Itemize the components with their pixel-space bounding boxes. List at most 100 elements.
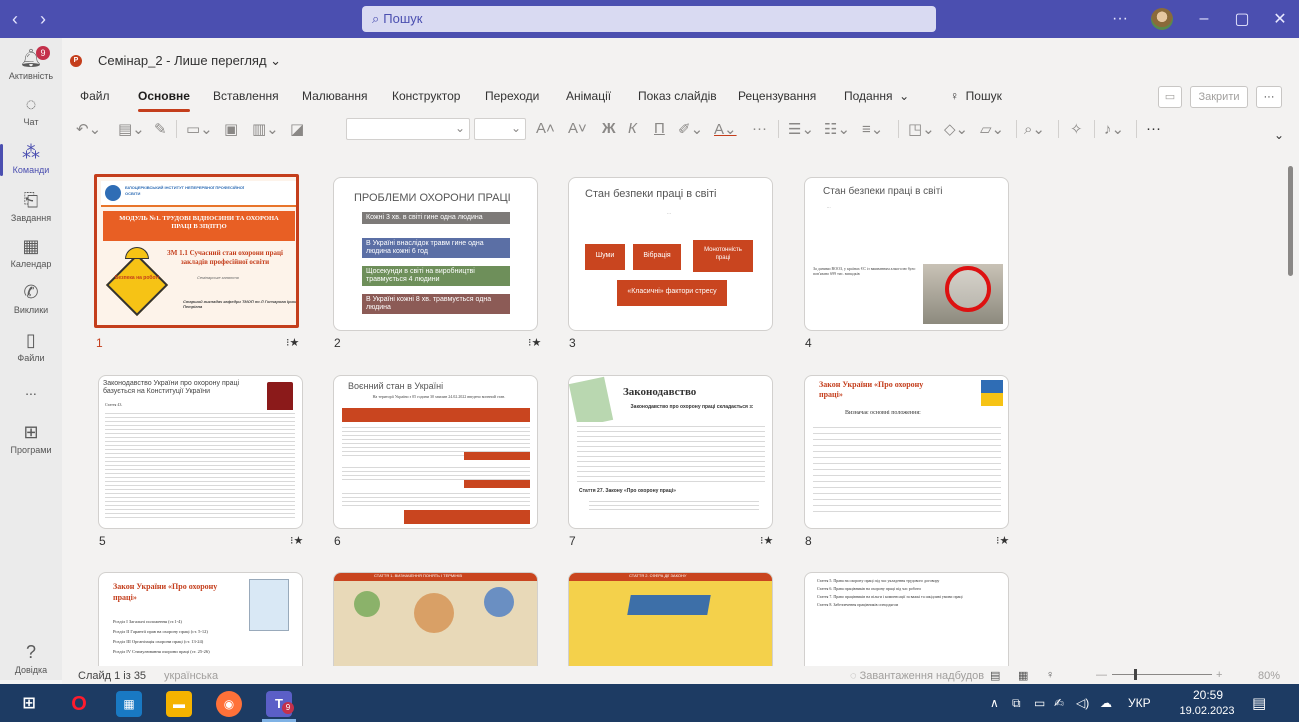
reading-view-icon[interactable]: ♀ — [1046, 669, 1054, 681]
new-slide-icon[interactable]: ▭⌄ — [186, 120, 213, 138]
tray-expand-icon[interactable]: ∧ — [990, 696, 999, 710]
format-painter-icon[interactable]: ✎ — [154, 120, 167, 138]
rail-calls[interactable]: ✆ Виклики — [0, 282, 62, 315]
network-icon[interactable]: ▭ — [1034, 696, 1045, 710]
highlight-icon[interactable]: ✐⌄ — [678, 120, 703, 138]
shrink-font-icon[interactable]: A˅ — [568, 120, 587, 137]
zoom-slider-handle[interactable] — [1134, 669, 1137, 680]
font-name-field[interactable]: ⌄ — [346, 118, 470, 140]
find-icon[interactable]: ⌕⌄ — [1024, 120, 1045, 138]
slide-thumbnail[interactable]: Законодавство України про охорону праці … — [98, 375, 303, 529]
tab-design[interactable]: Конструктор — [392, 89, 460, 103]
sorter-view-icon[interactable]: ▦ — [1018, 669, 1028, 682]
close-window-icon[interactable]: ✕ — [1261, 9, 1299, 29]
rail-calendar[interactable]: ▦ Календар — [0, 236, 62, 269]
tab-transitions[interactable]: Переходи — [485, 89, 539, 103]
rail-apps[interactable]: ⊞ Програми — [0, 422, 62, 455]
slide-thumbnail[interactable]: СТАТТЯ 1. ВИЗНАЧЕННЯ ПОНЯТЬ І ТЕРМІНІВ — [333, 572, 538, 668]
bold-icon[interactable]: Ж — [602, 120, 616, 137]
forward-icon[interactable]: › — [40, 9, 46, 30]
maximize-icon[interactable]: ▢ — [1223, 9, 1261, 29]
more-commands-icon[interactable]: ··· — [1146, 120, 1161, 137]
minimize-icon[interactable]: – — [1185, 10, 1223, 28]
rail-assignments[interactable]: ⎗ Завдання — [0, 190, 62, 223]
document-title[interactable]: Семінар_2 - Лише перегляд ⌄ — [98, 53, 281, 69]
rail-more[interactable]: ... — [0, 382, 62, 398]
slide-text: Стаття 27. Закону «Про охорону праці» — [579, 488, 676, 494]
expand-ribbon-icon[interactable]: ⌄ — [1274, 128, 1284, 142]
reset-icon[interactable]: ◪ — [290, 120, 304, 138]
zoom-slider[interactable] — [1112, 674, 1212, 675]
language-status[interactable]: українська — [164, 670, 218, 682]
paste-icon[interactable]: ▤⌄ — [118, 120, 145, 138]
calculator-icon[interactable]: ▦ — [116, 691, 142, 717]
volume-icon[interactable]: ◁) — [1076, 696, 1089, 710]
more-options-icon[interactable]: ··· — [1101, 10, 1139, 28]
slide-thumbnail[interactable]: Воєнний стан в Україні На території Укра… — [333, 375, 538, 529]
tab-home[interactable]: Основне — [138, 89, 190, 112]
fill-icon[interactable]: ◇⌄ — [944, 120, 968, 138]
tab-animations[interactable]: Анімації — [566, 89, 611, 103]
bullets-icon[interactable]: ☰⌄ — [788, 120, 814, 138]
shapes-icon[interactable]: ◳⌄ — [908, 120, 935, 138]
slide-thumbnail[interactable]: Законодавство Законодавство про охорону … — [568, 375, 773, 529]
rail-teams[interactable]: ⁂ Команди — [0, 142, 62, 176]
slide-thumbnail[interactable]: БІЛОЦЕРКІВСЬКИЙ ІНСТИТУТ НЕПЕРЕРВНОЇ ПРО… — [94, 174, 299, 328]
slide-thumbnail[interactable]: Закон України «Про охорону праці» Визнач… — [804, 375, 1009, 529]
tray-app-icon[interactable]: ⧉ — [1012, 696, 1021, 711]
firefox-icon[interactable]: ◉ — [216, 691, 242, 717]
slide-thumbnail[interactable]: ПРОБЛЕМИ ОХОРОНИ ПРАЦІ Кожні 3 хв. в сві… — [333, 177, 538, 331]
tab-search[interactable]: ♀ Пошук — [950, 89, 1002, 103]
more-font-icon[interactable]: ··· — [752, 120, 767, 137]
font-color-icon[interactable]: A⌄ — [714, 120, 737, 138]
lightbulb-icon: ♀ — [950, 89, 959, 103]
normal-view-icon[interactable]: ▤ — [990, 669, 1000, 682]
onedrive-icon[interactable]: ☁ — [1100, 696, 1112, 710]
clock-date[interactable]: 19.02.2023 — [1172, 705, 1242, 717]
zoom-out-icon[interactable]: — — [1096, 669, 1107, 681]
rail-files[interactable]: ▯ Файли — [0, 330, 62, 363]
undo-icon[interactable]: ↶⌄ — [76, 120, 101, 138]
slide-thumbnail[interactable]: Стаття 5. Права на охорону праці під час… — [804, 572, 1009, 668]
vertical-scrollbar[interactable] — [1288, 166, 1293, 276]
tab-file[interactable]: Файл — [80, 89, 110, 103]
underline-icon[interactable]: П — [654, 120, 665, 137]
opera-icon[interactable]: O — [66, 691, 92, 717]
more-button[interactable]: ··· — [1256, 86, 1282, 108]
back-icon[interactable]: ‹ — [12, 9, 18, 30]
align-icon[interactable]: ≡⌄ — [862, 120, 883, 138]
comment-button[interactable]: ▭ — [1158, 86, 1182, 108]
layout-icon[interactable]: ▥⌄ — [252, 120, 279, 138]
clock-time[interactable]: 20:59 — [1178, 688, 1238, 702]
tab-view[interactable]: Подання ⌄ — [844, 89, 909, 103]
reuse-slide-icon[interactable]: ▣ — [224, 120, 238, 138]
rail-help[interactable]: ? Довідка — [0, 642, 62, 675]
keyboard-language[interactable]: УКР — [1128, 696, 1151, 710]
font-size-field[interactable]: ⌄ — [474, 118, 526, 140]
notifications-icon[interactable]: ▤ — [1252, 694, 1266, 712]
avatar[interactable] — [1151, 8, 1173, 30]
windows-start-icon[interactable]: ⊞ — [16, 691, 42, 717]
dictate-icon[interactable]: ♪⌄ — [1104, 120, 1124, 138]
slide-thumbnail[interactable]: Стан безпеки праці в світі … Шуми Вібрац… — [568, 177, 773, 331]
slide-thumbnail[interactable]: Стан безпеки праці в світі … За даними В… — [804, 177, 1009, 331]
numbering-icon[interactable]: ☷⌄ — [824, 120, 850, 138]
zoom-level[interactable]: 80% — [1258, 670, 1280, 682]
grow-font-icon[interactable]: A˄ — [536, 120, 555, 137]
search-box[interactable]: ⌕ Пошук — [362, 6, 936, 32]
zoom-in-icon[interactable]: + — [1216, 669, 1222, 681]
tab-slideshow[interactable]: Показ слайдів — [638, 89, 717, 103]
tab-draw[interactable]: Малювання — [302, 89, 367, 103]
slide-thumbnail[interactable]: СТАТТЯ 2. СФЕРА ДІЇ ЗАКОНУ — [568, 572, 773, 668]
outline-icon[interactable]: ▱⌄ — [980, 120, 1004, 138]
rail-activity[interactable]: 🔔︎ 9 Активність — [0, 46, 62, 81]
designer-icon[interactable]: ✧ — [1070, 120, 1083, 138]
tab-insert[interactable]: Вставлення — [213, 89, 279, 103]
file-explorer-icon[interactable]: ▬ — [166, 691, 192, 717]
pen-icon[interactable]: ✍ — [1054, 696, 1064, 710]
close-button[interactable]: Закрити — [1190, 86, 1248, 108]
tab-review[interactable]: Рецензування — [738, 89, 816, 103]
slide-thumbnail[interactable]: Закон України «Про охорону праці» Розділ… — [98, 572, 303, 668]
italic-icon[interactable]: К — [628, 120, 637, 137]
rail-chat[interactable]: ◌ Чат — [0, 94, 62, 127]
